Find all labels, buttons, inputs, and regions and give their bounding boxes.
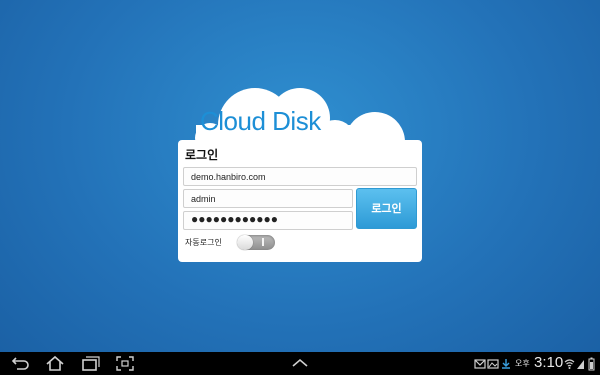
toggle-on-mark [262,238,264,246]
back-icon[interactable] [10,355,30,372]
app-title: Cloud Disk [200,106,321,136]
toggle-knob [237,235,253,250]
password-field[interactable]: ●●●●●●●●●●●● [183,211,353,230]
login-heading: 로그인 [185,148,219,162]
auto-login-label: 자동로그인 [185,238,222,247]
signal-icon [577,360,584,369]
home-icon[interactable] [45,355,65,372]
recent-apps-icon[interactable] [80,355,100,372]
email-icon [474,359,486,369]
system-bar: 오후 3:10 [0,352,600,375]
clock-time: 3:10 [534,354,564,371]
battery-icon [588,357,595,371]
screenshot-icon[interactable] [115,355,135,372]
domain-field[interactable]: demo.hanbiro.com [183,167,417,186]
chevron-up-icon[interactable] [290,355,310,372]
login-button[interactable]: 로그인 [356,188,417,229]
gallery-icon [487,359,499,369]
ampm-label: 오후 [515,359,530,368]
wifi-icon [564,359,575,369]
auto-login-toggle[interactable] [237,235,275,250]
username-field[interactable]: admin [183,189,353,208]
download-icon [502,359,510,369]
